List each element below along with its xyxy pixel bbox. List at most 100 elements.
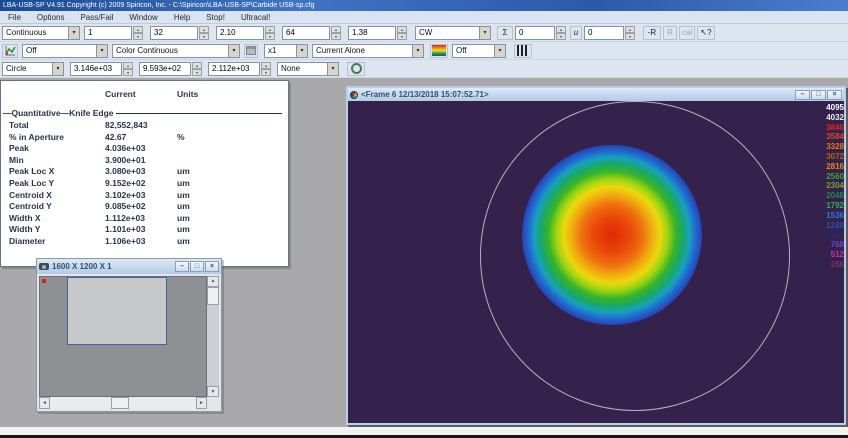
spin-down-icon[interactable]: ▾: [397, 33, 407, 40]
scrollbar-thumb[interactable]: [111, 397, 129, 409]
frame-mode-combo[interactable]: Current Alone ▾: [312, 44, 424, 58]
spin-up-icon[interactable]: ▴: [331, 26, 341, 33]
result-label: Diameter: [9, 236, 45, 246]
thumbnail-image[interactable]: [67, 277, 167, 345]
menu-item[interactable]: Options: [29, 11, 73, 23]
aperture-diameter-spinner[interactable]: 2.112e+03 ▴▾: [208, 62, 271, 76]
maximize-button[interactable]: □: [811, 90, 826, 100]
colorbar-button[interactable]: [514, 44, 532, 58]
result-row: Peak Loc Y 9.152e+02 um: [1, 178, 288, 190]
result-value: 1.112e+03: [105, 213, 145, 223]
chevron-down-icon[interactable]: ▾: [52, 63, 63, 75]
spin-up-icon[interactable]: ▴: [192, 62, 202, 69]
minimize-button[interactable]: –: [175, 261, 189, 272]
color-scale-value: 1536: [817, 211, 844, 221]
spin-down-icon[interactable]: ▾: [556, 33, 566, 40]
aperture-y-spinner[interactable]: 9.593e+02 ▴▾: [139, 62, 202, 76]
spin-down-icon[interactable]: ▾: [133, 33, 143, 40]
chevron-down-icon[interactable]: ▾: [96, 45, 107, 57]
context-help-button[interactable]: ↖?: [697, 26, 715, 40]
menu-item[interactable]: Window: [121, 11, 165, 23]
chevron-down-icon[interactable]: ▾: [494, 45, 505, 57]
spin-up-icon[interactable]: ▴: [556, 26, 566, 33]
profiles-axes-button[interactable]: [2, 44, 18, 58]
gain-spinner[interactable]: 64 ▴▾: [282, 26, 341, 40]
spin-down-icon[interactable]: ▾: [265, 33, 275, 40]
aperture-x-spinner[interactable]: 3.146e+03 ▴▾: [70, 62, 133, 76]
ultracal-count-button[interactable]: u: [570, 26, 582, 40]
chevron-down-icon[interactable]: ▾: [228, 45, 239, 57]
chevron-down-icon[interactable]: ▾: [68, 27, 79, 39]
close-button[interactable]: ×: [205, 261, 219, 272]
menu-item[interactable]: Pass/Fail: [72, 11, 121, 23]
spin-up-icon[interactable]: ▴: [261, 62, 271, 69]
ultracal-count-spinner[interactable]: 0 ▴▾: [584, 26, 635, 40]
scroll-down-icon[interactable]: ▼: [207, 386, 219, 397]
scrollbar-thumb[interactable]: [207, 287, 219, 305]
color-scale-value: 4032: [817, 113, 844, 123]
scroll-left-icon[interactable]: ◄: [39, 397, 50, 409]
toolbar-display: Off ▾ Color Continuous ▾ x1 ▾ Current Al…: [0, 42, 848, 60]
trigger-combo[interactable]: CW ▾: [415, 26, 491, 40]
spin-up-icon[interactable]: ▴: [133, 26, 143, 33]
beam-display[interactable]: 4095403238403584332830722816256023042048…: [348, 101, 844, 423]
spin-down-icon[interactable]: ▾: [199, 33, 209, 40]
result-value: 9.085e+02: [105, 201, 145, 211]
close-button[interactable]: ×: [827, 90, 842, 100]
window-titlebar[interactable]: LBA-USB-SP V4.91 Copyright (c) 2009 Spir…: [0, 0, 848, 11]
menu-item[interactable]: Help: [166, 11, 198, 23]
maximize-button[interactable]: □: [190, 261, 204, 272]
scroll-up-icon[interactable]: ▲: [207, 276, 219, 287]
spin-up-icon[interactable]: ▴: [199, 26, 209, 33]
spin-down-icon[interactable]: ▾: [625, 33, 635, 40]
spin-down-icon[interactable]: ▾: [192, 69, 202, 76]
result-unit: um: [177, 190, 190, 200]
palette-preview-button[interactable]: [430, 44, 448, 58]
result-label: Total: [9, 120, 29, 130]
spin-up-icon[interactable]: ▴: [397, 26, 407, 33]
spin-up-icon[interactable]: ▴: [265, 26, 275, 33]
sum-button[interactable]: Σ: [497, 26, 513, 40]
menu-item[interactable]: Ultracal!: [233, 11, 278, 23]
vertical-scrollbar[interactable]: ▲ ▼: [207, 276, 219, 397]
frame-count-spinner[interactable]: 32 ▴▾: [150, 26, 209, 40]
cursor-combo[interactable]: None ▾: [277, 62, 339, 76]
spin-up-icon[interactable]: ▴: [625, 26, 635, 33]
beam-titlebar[interactable]: <Frame 6 12/13/2018 15:07:52.71> – □ ×: [348, 88, 844, 101]
cal-button[interactable]: cal: [679, 26, 695, 40]
spin-down-icon[interactable]: ▾: [261, 69, 271, 76]
thumbnail-client[interactable]: [39, 276, 207, 397]
aperture-shape-combo[interactable]: Circle ▾: [2, 62, 64, 76]
black-level-spinner[interactable]: 1.38 ▴▾: [348, 26, 407, 40]
spin-down-icon[interactable]: ▾: [123, 69, 133, 76]
reference-button[interactable]: R: [663, 26, 677, 40]
zoom-combo[interactable]: x1 ▾: [264, 44, 308, 58]
result-label: Centroid Y: [9, 201, 52, 211]
chevron-down-icon[interactable]: ▾: [296, 45, 307, 57]
result-value: 3.102e+03: [105, 190, 145, 200]
result-row: Peak 4.036e+03: [1, 143, 288, 155]
palette-combo[interactable]: Color Continuous ▾: [112, 44, 240, 58]
spin-up-icon[interactable]: ▴: [123, 62, 133, 69]
result-value: 9.152e+02: [105, 178, 145, 188]
palette-edit-button[interactable]: [244, 44, 258, 58]
result-row: Total 82,552,843: [1, 120, 288, 132]
profiles-combo[interactable]: Off ▾: [22, 44, 108, 58]
chevron-down-icon[interactable]: ▾: [479, 27, 490, 39]
exposure-spinner[interactable]: 2.10 ▴▾: [216, 26, 275, 40]
aperture-toggle-button[interactable]: [347, 62, 365, 76]
minimize-button[interactable]: –: [795, 90, 810, 100]
chevron-down-icon[interactable]: ▾: [327, 63, 338, 75]
thumbnail-titlebar[interactable]: 1600 X 1200 X 1 – □ ×: [37, 259, 221, 274]
frame-start-spinner[interactable]: 1 ▴▾: [84, 26, 143, 40]
reference-subtract-button[interactable]: -R: [643, 26, 661, 40]
capture-mode-combo[interactable]: Continuous ▾: [2, 26, 80, 40]
scroll-right-icon[interactable]: ►: [196, 397, 207, 409]
colorbar-combo[interactable]: Off ▾: [452, 44, 506, 58]
chevron-down-icon[interactable]: ▾: [412, 45, 423, 57]
menu-item[interactable]: File: [0, 11, 29, 23]
spin-down-icon[interactable]: ▾: [331, 33, 341, 40]
menu-item[interactable]: Stop!: [198, 11, 233, 23]
sum-count-spinner[interactable]: 0 ▴▾: [515, 26, 566, 40]
horizontal-scrollbar[interactable]: ◄ ►: [39, 397, 207, 409]
